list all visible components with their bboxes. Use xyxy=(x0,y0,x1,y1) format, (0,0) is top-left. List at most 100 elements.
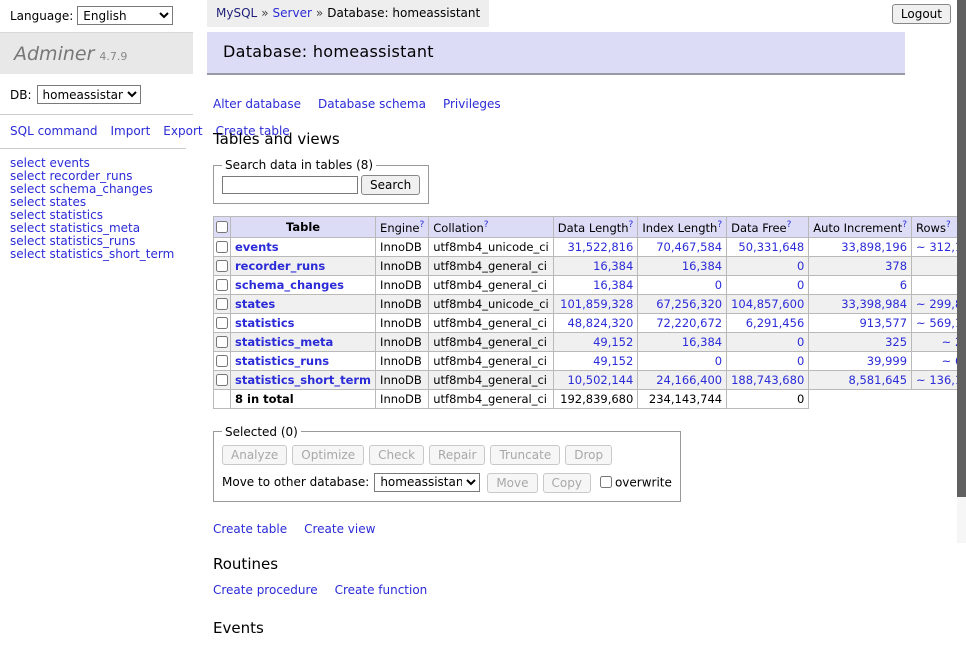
logout-button[interactable]: Logout xyxy=(892,4,951,24)
database-links: Alter database Database schema Privileges xyxy=(213,97,950,111)
help-icon[interactable]: ? xyxy=(787,220,792,230)
auto_increment-link[interactable]: 325 xyxy=(885,335,907,349)
index_length-link[interactable]: 0 xyxy=(715,278,722,292)
data_length-link[interactable]: 101,859,328 xyxy=(560,297,633,311)
db-select[interactable]: homeassistant xyxy=(37,85,141,104)
routines-links: Create procedure Create function xyxy=(213,583,950,597)
auto_increment-cell: 6 xyxy=(809,275,912,294)
auto_increment-link[interactable]: 33,398,984 xyxy=(841,297,907,311)
move-db-select[interactable]: homeassistant xyxy=(374,473,480,492)
data_free-link[interactable]: 0 xyxy=(797,278,804,292)
index_length-link[interactable]: 24,166,400 xyxy=(656,373,722,387)
create-create-table[interactable]: Create table xyxy=(213,522,287,536)
selected-legend: Selected (0) xyxy=(222,425,301,439)
help-icon[interactable]: ? xyxy=(484,220,489,230)
overwrite-checkbox[interactable] xyxy=(600,476,612,488)
selected-fieldset: Selected (0) AnalyzeOptimizeCheckRepairT… xyxy=(213,425,681,502)
data_free-link[interactable]: 6,291,456 xyxy=(746,316,805,330)
db-action-database-schema[interactable]: Database schema xyxy=(318,97,426,111)
table-link-recorder-runs[interactable]: recorder_runs xyxy=(235,259,325,273)
auto_increment-link[interactable]: 39,999 xyxy=(867,354,907,368)
routine-create-procedure[interactable]: Create procedure xyxy=(213,583,318,597)
engine-cell: InnoDB xyxy=(376,332,429,351)
column-header-auto-increment: Auto Increment? xyxy=(809,217,912,238)
table-link-states[interactable]: states xyxy=(235,297,275,311)
collation-cell: utf8mb4_general_ci xyxy=(429,256,554,275)
row-checkbox[interactable] xyxy=(216,260,228,272)
sidebar-link-select-statistics-short-term[interactable]: select statistics_short_term xyxy=(10,248,183,261)
select-all-checkbox[interactable] xyxy=(216,221,228,233)
help-icon[interactable]: ? xyxy=(717,220,722,230)
index_length-link[interactable]: 72,220,672 xyxy=(656,316,722,330)
help-icon[interactable]: ? xyxy=(946,220,951,230)
index_length-cell: 24,166,400 xyxy=(638,370,727,389)
table-link-statistics-runs[interactable]: statistics_runs xyxy=(235,354,329,368)
sidebar-action-export[interactable]: Export xyxy=(163,124,202,138)
help-icon[interactable]: ? xyxy=(419,220,424,230)
data_free-link[interactable]: 188,743,680 xyxy=(731,373,804,387)
row-checkbox[interactable] xyxy=(216,355,228,367)
auto_increment-link[interactable]: 6 xyxy=(900,278,907,292)
breadcrumb-mysql-link[interactable]: MySQL xyxy=(216,6,257,20)
table-name-cell: schema_changes xyxy=(231,275,376,294)
table-link-statistics-meta[interactable]: statistics_meta xyxy=(235,335,333,349)
data_free-link[interactable]: 0 xyxy=(797,335,804,349)
db-action-privileges[interactable]: Privileges xyxy=(443,97,501,111)
index_length-cell: 16,384 xyxy=(638,332,727,351)
auto_increment-cell: 325 xyxy=(809,332,912,351)
search-button[interactable]: Search xyxy=(361,175,420,195)
auto_increment-link[interactable]: 33,898,196 xyxy=(841,240,907,254)
data_length-link[interactable]: 49,152 xyxy=(593,335,633,349)
create-create-view[interactable]: Create view xyxy=(304,522,375,536)
index_length-link[interactable]: 16,384 xyxy=(682,335,722,349)
data_free-link[interactable]: 50,331,648 xyxy=(738,240,804,254)
index_length-link[interactable]: 16,384 xyxy=(682,259,722,273)
data_length-link[interactable]: 10,502,144 xyxy=(567,373,633,387)
sidebar-action-import[interactable]: Import xyxy=(110,124,150,138)
table-row: statistics_runsInnoDButf8mb4_general_ci4… xyxy=(214,351,966,370)
data_length-link[interactable]: 31,522,816 xyxy=(567,240,633,254)
index_length-link[interactable]: 0 xyxy=(715,354,722,368)
search-input[interactable] xyxy=(222,176,358,194)
total-row: 8 in totalInnoDButf8mb4_general_ci192,83… xyxy=(214,389,966,408)
data_length-link[interactable]: 48,824,320 xyxy=(567,316,633,330)
data_length-link[interactable]: 16,384 xyxy=(593,259,633,273)
data_length-link[interactable]: 16,384 xyxy=(593,278,633,292)
language-select[interactable]: English xyxy=(77,6,173,25)
table-link-statistics[interactable]: statistics xyxy=(235,316,295,330)
data_length-link[interactable]: 49,152 xyxy=(593,354,633,368)
row-checkbox[interactable] xyxy=(216,241,228,253)
table-link-events[interactable]: events xyxy=(235,240,279,254)
help-icon[interactable]: ? xyxy=(902,220,907,230)
sidebar-table-links: select eventsselect recorder_runsselect … xyxy=(0,149,193,269)
auto_increment-link[interactable]: 913,577 xyxy=(859,316,907,330)
data_free-link[interactable]: 0 xyxy=(797,259,804,273)
row-checkbox[interactable] xyxy=(216,279,228,291)
data_free-link[interactable]: 104,857,600 xyxy=(731,297,804,311)
row-checkbox[interactable] xyxy=(216,298,228,310)
table-link-schema-changes[interactable]: schema_changes xyxy=(235,278,344,292)
selected-optimize: Optimize xyxy=(292,445,364,465)
breadcrumb-server-link[interactable]: Server xyxy=(273,6,312,20)
row-checkbox[interactable] xyxy=(216,336,228,348)
auto_increment-link[interactable]: 378 xyxy=(885,259,907,273)
data_length-cell: 101,859,328 xyxy=(553,294,638,313)
index_length-link[interactable]: 70,467,584 xyxy=(656,240,722,254)
row-checkbox[interactable] xyxy=(216,317,228,329)
data_free-link[interactable]: 0 xyxy=(797,354,804,368)
index_length-link[interactable]: 67,256,320 xyxy=(656,297,722,311)
breadcrumb: MySQL»Server»Database: homeassistant xyxy=(207,0,489,27)
index_length-cell: 0 xyxy=(638,275,727,294)
auto_increment-link[interactable]: 8,581,645 xyxy=(849,373,908,387)
scrollbar-thumb[interactable] xyxy=(957,0,966,497)
routine-create-function[interactable]: Create function xyxy=(335,583,428,597)
sidebar-action-sql-command[interactable]: SQL command xyxy=(10,124,97,138)
help-icon[interactable]: ? xyxy=(629,220,634,230)
table-link-statistics-short-term[interactable]: statistics_short_term xyxy=(235,373,371,387)
collation-cell: utf8mb4_unicode_ci xyxy=(429,294,554,313)
move-buttons: MoveCopy xyxy=(487,475,596,489)
db-action-alter-database[interactable]: Alter database xyxy=(213,97,301,111)
column-header-collation: Collation? xyxy=(429,217,554,238)
row-checkbox[interactable] xyxy=(216,374,228,386)
breadcrumb-separator: » xyxy=(261,6,268,20)
